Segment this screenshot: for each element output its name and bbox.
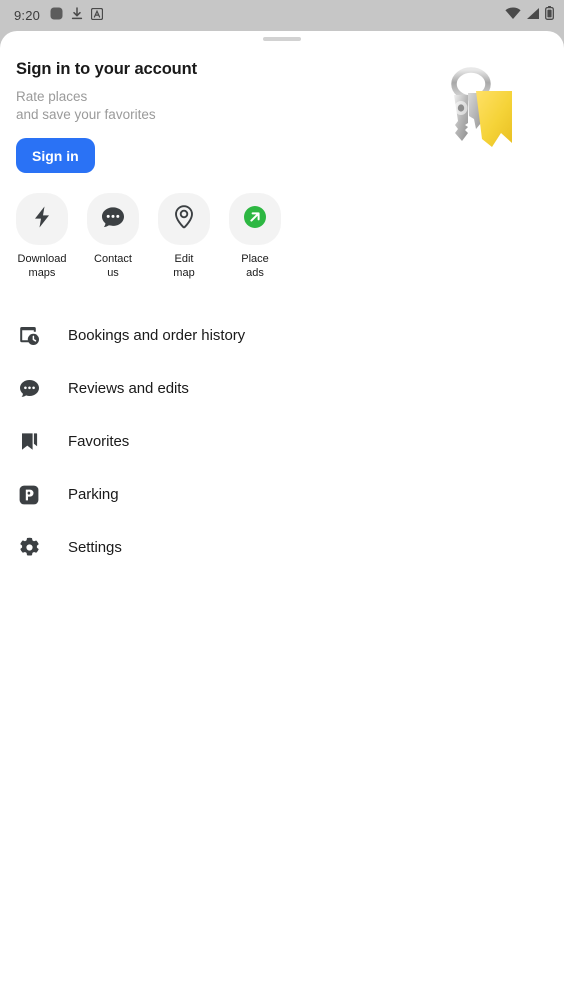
bookmark-icon	[16, 429, 42, 455]
menu-item-reviews-and-edits[interactable]: Reviews and edits	[0, 362, 564, 415]
account-menu-list: Bookings and order history Reviews and e…	[0, 309, 564, 574]
sign-in-header: Sign in to your account Rate places and …	[0, 41, 564, 187]
boxed-a-icon	[90, 7, 104, 25]
wifi-icon	[505, 6, 521, 25]
menu-item-label: Favorites	[68, 433, 130, 450]
chat-bubble-icon	[16, 376, 42, 402]
quick-action-download-maps[interactable]: Download maps	[16, 193, 68, 280]
quick-action-edit-map[interactable]: Edit map	[158, 193, 210, 280]
menu-item-settings[interactable]: Settings	[0, 521, 564, 574]
status-bar-notification-icons	[50, 6, 505, 25]
status-bar-clock: 9:20	[14, 8, 41, 23]
sign-in-button[interactable]: Sign in	[16, 138, 95, 173]
account-bottom-sheet: Sign in to your account Rate places and …	[0, 31, 564, 1004]
green-arrow-circle-icon	[243, 205, 267, 234]
download-icon	[71, 6, 83, 25]
calendar-clock-icon	[16, 323, 42, 349]
menu-item-label: Reviews and edits	[68, 380, 189, 397]
quick-action-contact-us[interactable]: Contact us	[87, 193, 139, 280]
gear-icon	[16, 535, 42, 561]
status-bar: 9:20	[0, 0, 564, 31]
cellular-signal-icon	[526, 7, 540, 25]
quick-action-chip	[158, 193, 210, 245]
menu-item-label: Parking	[68, 486, 119, 503]
quick-action-chip	[87, 193, 139, 245]
lightning-bolt-icon	[31, 205, 53, 234]
keys-with-yellow-tag-illustration	[424, 67, 534, 172]
menu-item-bookings-and-order-history[interactable]: Bookings and order history	[0, 309, 564, 362]
chat-bubble-icon	[101, 206, 125, 233]
quick-action-place-ads[interactable]: Place ads	[229, 193, 281, 280]
menu-item-favorites[interactable]: Favorites	[0, 415, 564, 468]
quick-action-label: Contact us	[94, 253, 132, 279]
quick-action-label: Edit map	[173, 253, 195, 279]
battery-icon	[545, 6, 554, 25]
quick-action-label: Place ads	[241, 253, 269, 279]
rounded-square-icon	[50, 7, 63, 25]
menu-item-label: Bookings and order history	[68, 327, 246, 344]
quick-action-chip	[229, 193, 281, 245]
parking-p-icon	[16, 482, 42, 508]
quick-actions-row: Download maps Contact us Edit map Place …	[0, 193, 564, 280]
map-pin-icon	[173, 204, 195, 235]
status-bar-system-icons	[505, 6, 554, 25]
quick-action-label: Download maps	[17, 253, 67, 279]
menu-item-label: Settings	[68, 539, 122, 556]
quick-action-chip	[16, 193, 68, 245]
menu-item-parking[interactable]: Parking	[0, 468, 564, 521]
